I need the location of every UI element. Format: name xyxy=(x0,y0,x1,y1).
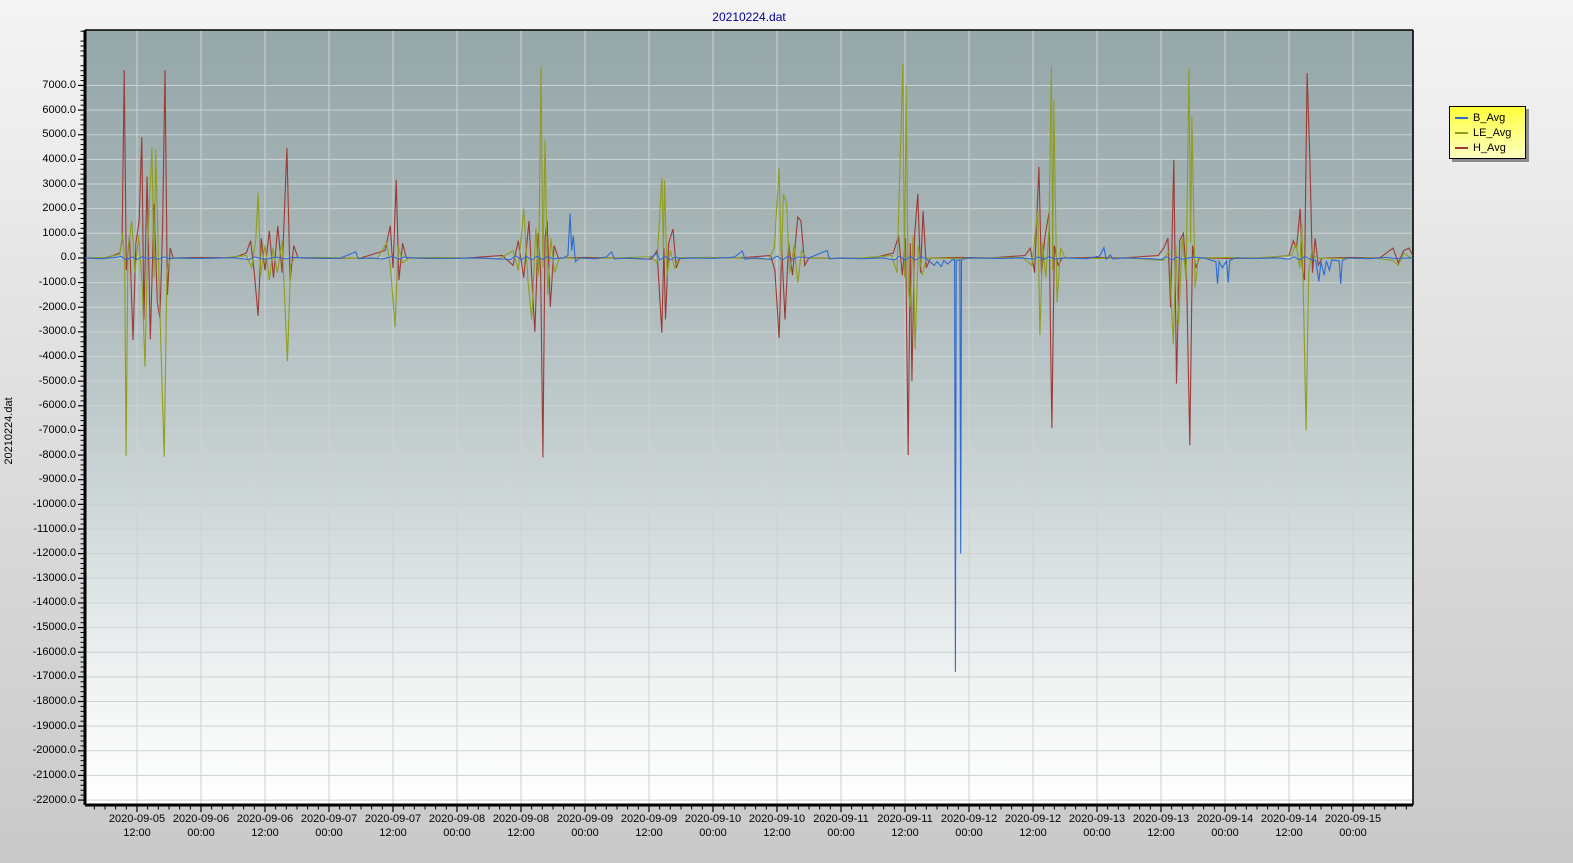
legend[interactable]: B_Avg LE_Avg H_Avg xyxy=(1449,106,1526,159)
y-tick-label: 6000.0 xyxy=(42,103,76,116)
y-tick-label: 7000.0 xyxy=(42,78,76,91)
x-tick-time: 00:00 xyxy=(1339,827,1367,839)
y-tick-label: -5000.0 xyxy=(38,374,76,387)
y-tick-label: -8000.0 xyxy=(38,448,76,461)
y-tick-label: -19000.0 xyxy=(32,719,76,732)
y-tick-label: -2000.0 xyxy=(38,300,76,313)
y-tick-label: -10000.0 xyxy=(32,497,76,510)
y-tick-label: -22000.0 xyxy=(32,793,76,806)
y-tick-label: -21000.0 xyxy=(32,768,76,781)
y-tick-label: -7000.0 xyxy=(38,423,76,436)
y-tick-label: -12000.0 xyxy=(32,547,76,560)
y-tick-label: 0.0 xyxy=(60,251,76,264)
y-tick-label: 2000.0 xyxy=(42,202,76,215)
y-tick-label: -17000.0 xyxy=(32,670,76,683)
x-tick-label: 2020-09-15 00:00 xyxy=(1311,812,1395,840)
legend-item-le_avg[interactable]: LE_Avg xyxy=(1455,125,1519,140)
legend-swatch-h_avg xyxy=(1455,146,1468,149)
legend-item-h_avg[interactable]: H_Avg xyxy=(1455,140,1519,155)
x-tick-date: 2020-09-15 xyxy=(1324,813,1382,825)
legend-label: LE_Avg xyxy=(1473,126,1512,139)
legend-label: H_Avg xyxy=(1473,141,1506,154)
y-tick-label: -6000.0 xyxy=(38,399,76,412)
legend-swatch-le_avg xyxy=(1455,131,1468,134)
y-tick-label: -9000.0 xyxy=(38,473,76,486)
legend-label: B_Avg xyxy=(1473,111,1506,124)
y-tick-label: 5000.0 xyxy=(42,128,76,141)
chart-title: 20210224.dat xyxy=(712,10,786,24)
y-tick-label: 4000.0 xyxy=(42,152,76,165)
legend-swatch-b_avg xyxy=(1455,116,1468,119)
y-tick-label: -1000.0 xyxy=(38,276,76,289)
y-tick-label: 1000.0 xyxy=(42,226,76,239)
y-tick-label: -4000.0 xyxy=(38,350,76,362)
y-tick-label: -16000.0 xyxy=(32,645,76,658)
y-tick-label: -3000.0 xyxy=(38,325,76,338)
y-tick-label: -14000.0 xyxy=(32,596,76,609)
y-tick-label: 3000.0 xyxy=(42,177,76,190)
y-tick-label: -13000.0 xyxy=(32,571,76,584)
y-tick-label: -15000.0 xyxy=(32,621,76,634)
plot-area[interactable] xyxy=(85,30,1413,805)
y-tick-label: -11000.0 xyxy=(33,522,76,535)
y-tick-label: -18000.0 xyxy=(32,695,76,707)
y-tick-label: -20000.0 xyxy=(32,744,76,757)
legend-item-b_avg[interactable]: B_Avg xyxy=(1455,110,1519,125)
chart-window: 20210224.dat 20210224.dat 7000.0 6000.0 50… xyxy=(0,0,1573,863)
